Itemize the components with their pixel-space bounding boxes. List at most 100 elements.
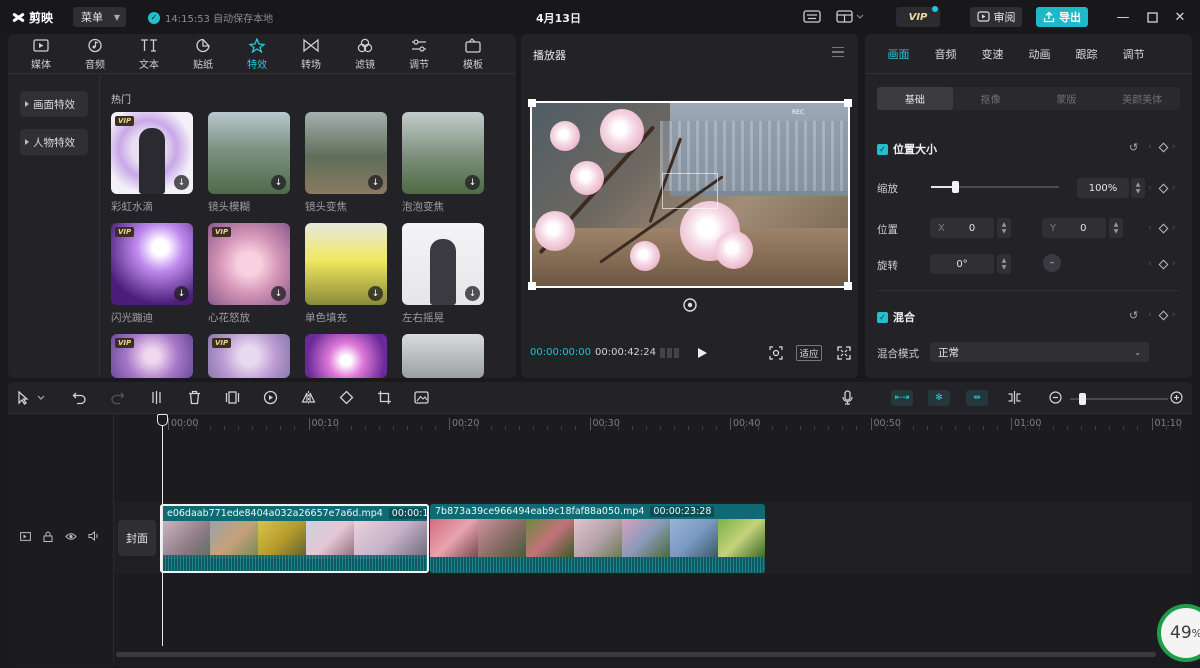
- review-button[interactable]: 审阅: [970, 7, 1022, 27]
- property-sub-tab[interactable]: 蒙版: [1029, 87, 1105, 110]
- tab-effects[interactable]: 特效: [230, 34, 284, 74]
- reset-icon[interactable]: ↺: [1129, 141, 1141, 154]
- blend-header[interactable]: ✓ 混合: [877, 309, 915, 325]
- keyframe-prev-icon[interactable]: ‹: [1148, 310, 1152, 320]
- timeline-scrollbar[interactable]: [116, 652, 1156, 657]
- effect-card[interactable]: ↓: [208, 112, 290, 194]
- export-button[interactable]: 导出: [1036, 7, 1088, 27]
- download-icon[interactable]: ↓: [465, 175, 480, 190]
- picture-in-picture-icon[interactable]: [414, 390, 429, 405]
- property-sub-tab[interactable]: 基础: [877, 87, 953, 110]
- redo-icon[interactable]: [110, 390, 125, 405]
- delete-icon[interactable]: [187, 390, 202, 405]
- video-clip[interactable]: 7b873a39ce966494eab9c18faf88a050.mp4 00:…: [430, 504, 765, 573]
- eye-icon[interactable]: [64, 529, 78, 543]
- effect-card[interactable]: [402, 334, 484, 378]
- crop-handle[interactable]: [844, 282, 852, 290]
- download-icon[interactable]: ↓: [174, 175, 189, 190]
- category-person-effects[interactable]: 人物特效: [20, 129, 88, 155]
- playhead-handle[interactable]: [157, 414, 168, 426]
- timeline-zoom-knob[interactable]: [1079, 393, 1086, 405]
- effect-card[interactable]: ↓: [402, 223, 484, 305]
- keyframe-prev-icon[interactable]: ‹: [1148, 223, 1152, 233]
- tab-text[interactable]: 文本: [122, 34, 176, 74]
- keyframe-prev-icon[interactable]: ‹: [1148, 142, 1152, 152]
- property-tab[interactable]: 动画: [1016, 34, 1063, 74]
- crop-handle[interactable]: [528, 99, 536, 107]
- scale-slider-knob[interactable]: [952, 181, 959, 193]
- minimize-icon[interactable]: —: [1114, 8, 1132, 26]
- rotation-dial-icon[interactable]: –: [1043, 254, 1061, 272]
- preview-axis-icon[interactable]: [1007, 390, 1022, 405]
- mirror-icon[interactable]: [301, 390, 316, 405]
- effect-card[interactable]: ↓: [305, 112, 387, 194]
- tab-sticker[interactable]: 贴纸: [176, 34, 230, 74]
- category-screen-effects[interactable]: 画面特效: [20, 91, 88, 117]
- effect-card[interactable]: ↓: [402, 112, 484, 194]
- position-y-stepper[interactable]: ▲ ▼: [1109, 218, 1123, 238]
- effect-card[interactable]: VIP: [208, 334, 290, 378]
- cover-thumbnail-icon[interactable]: [18, 529, 32, 543]
- rotate-stepper[interactable]: ▲ ▼: [997, 254, 1011, 274]
- zoom-in-icon[interactable]: [1169, 390, 1184, 405]
- property-tab[interactable]: 画面: [875, 34, 922, 74]
- keyframe-diamond-icon[interactable]: [1158, 183, 1169, 194]
- effect-card[interactable]: [305, 334, 387, 378]
- menu-button[interactable]: 菜单 ▼: [73, 7, 126, 27]
- time-ruler[interactable]: 00:00 00:10 00:20 00:30 00:40 00:50 01:00 01:10: [114, 414, 1192, 434]
- rotate-icon[interactable]: [339, 390, 354, 405]
- tab-transition[interactable]: 转场: [284, 34, 338, 74]
- tab-media[interactable]: 媒体: [14, 34, 68, 74]
- keyframe-next-icon[interactable]: ›: [1172, 259, 1176, 269]
- rotate-input[interactable]: 0°: [930, 254, 994, 274]
- checkbox-checked-icon[interactable]: ✓: [877, 143, 888, 155]
- keyframe-diamond-icon[interactable]: [1158, 223, 1169, 234]
- effect-card[interactable]: VIP ↓: [111, 112, 193, 194]
- keyframe-prev-icon[interactable]: ‹: [1148, 183, 1152, 193]
- undo-icon[interactable]: [72, 390, 87, 405]
- crop-handle[interactable]: [844, 99, 852, 107]
- download-icon[interactable]: ↓: [368, 286, 383, 301]
- download-icon[interactable]: ↓: [271, 286, 286, 301]
- crop-icon[interactable]: [377, 390, 392, 405]
- keyframe-next-icon[interactable]: ›: [1172, 310, 1176, 320]
- microphone-icon[interactable]: [840, 390, 855, 405]
- play-icon[interactable]: [695, 346, 709, 360]
- keyframe-next-icon[interactable]: ›: [1172, 183, 1176, 193]
- keyframe-diamond-icon[interactable]: [1158, 142, 1169, 153]
- effect-card[interactable]: ↓: [305, 223, 387, 305]
- position-x-input[interactable]: X 0: [930, 218, 994, 238]
- position-x-stepper[interactable]: ▲ ▼: [997, 218, 1011, 238]
- playhead[interactable]: [162, 414, 163, 646]
- video-preview[interactable]: REC: [530, 101, 850, 288]
- effect-card[interactable]: VIP: [111, 334, 193, 378]
- frame-grid-icon[interactable]: [659, 346, 679, 360]
- property-sub-tab[interactable]: 抠像: [953, 87, 1029, 110]
- reverse-play-icon[interactable]: [263, 390, 278, 405]
- position-y-input[interactable]: Y 0: [1042, 218, 1106, 238]
- scale-input[interactable]: 100%: [1077, 178, 1129, 198]
- maximize-icon[interactable]: [1143, 8, 1161, 26]
- scale-stepper[interactable]: ▲ ▼: [1131, 178, 1145, 198]
- video-clip[interactable]: e06daab771ede8404a032a26657e7a6d.mp4 00:…: [160, 504, 429, 573]
- cover-button[interactable]: 封面: [118, 520, 156, 556]
- reset-icon[interactable]: ↺: [1129, 309, 1141, 322]
- keyframe-prev-icon[interactable]: ‹: [1148, 259, 1152, 269]
- position-size-header[interactable]: ✓ 位置大小: [877, 141, 937, 157]
- download-icon[interactable]: ↓: [174, 286, 189, 301]
- freeze-frame-icon[interactable]: [225, 390, 240, 405]
- download-icon[interactable]: ↓: [465, 286, 480, 301]
- split-icon[interactable]: [149, 390, 164, 405]
- zoom-preview-icon[interactable]: [769, 346, 783, 360]
- effect-card[interactable]: VIP ↓: [111, 223, 193, 305]
- tab-adjust[interactable]: 调节: [392, 34, 446, 74]
- scale-slider[interactable]: [931, 181, 1059, 193]
- keyboard-icon[interactable]: [803, 9, 821, 24]
- tab-template[interactable]: 模板: [446, 34, 500, 74]
- fullscreen-icon[interactable]: [837, 346, 851, 360]
- effect-card[interactable]: VIP ↓: [208, 223, 290, 305]
- vip-button[interactable]: VIP: [896, 6, 940, 27]
- keyframe-diamond-icon[interactable]: [1158, 310, 1169, 321]
- fit-button[interactable]: 适应: [796, 345, 822, 361]
- speaker-icon[interactable]: [87, 529, 101, 543]
